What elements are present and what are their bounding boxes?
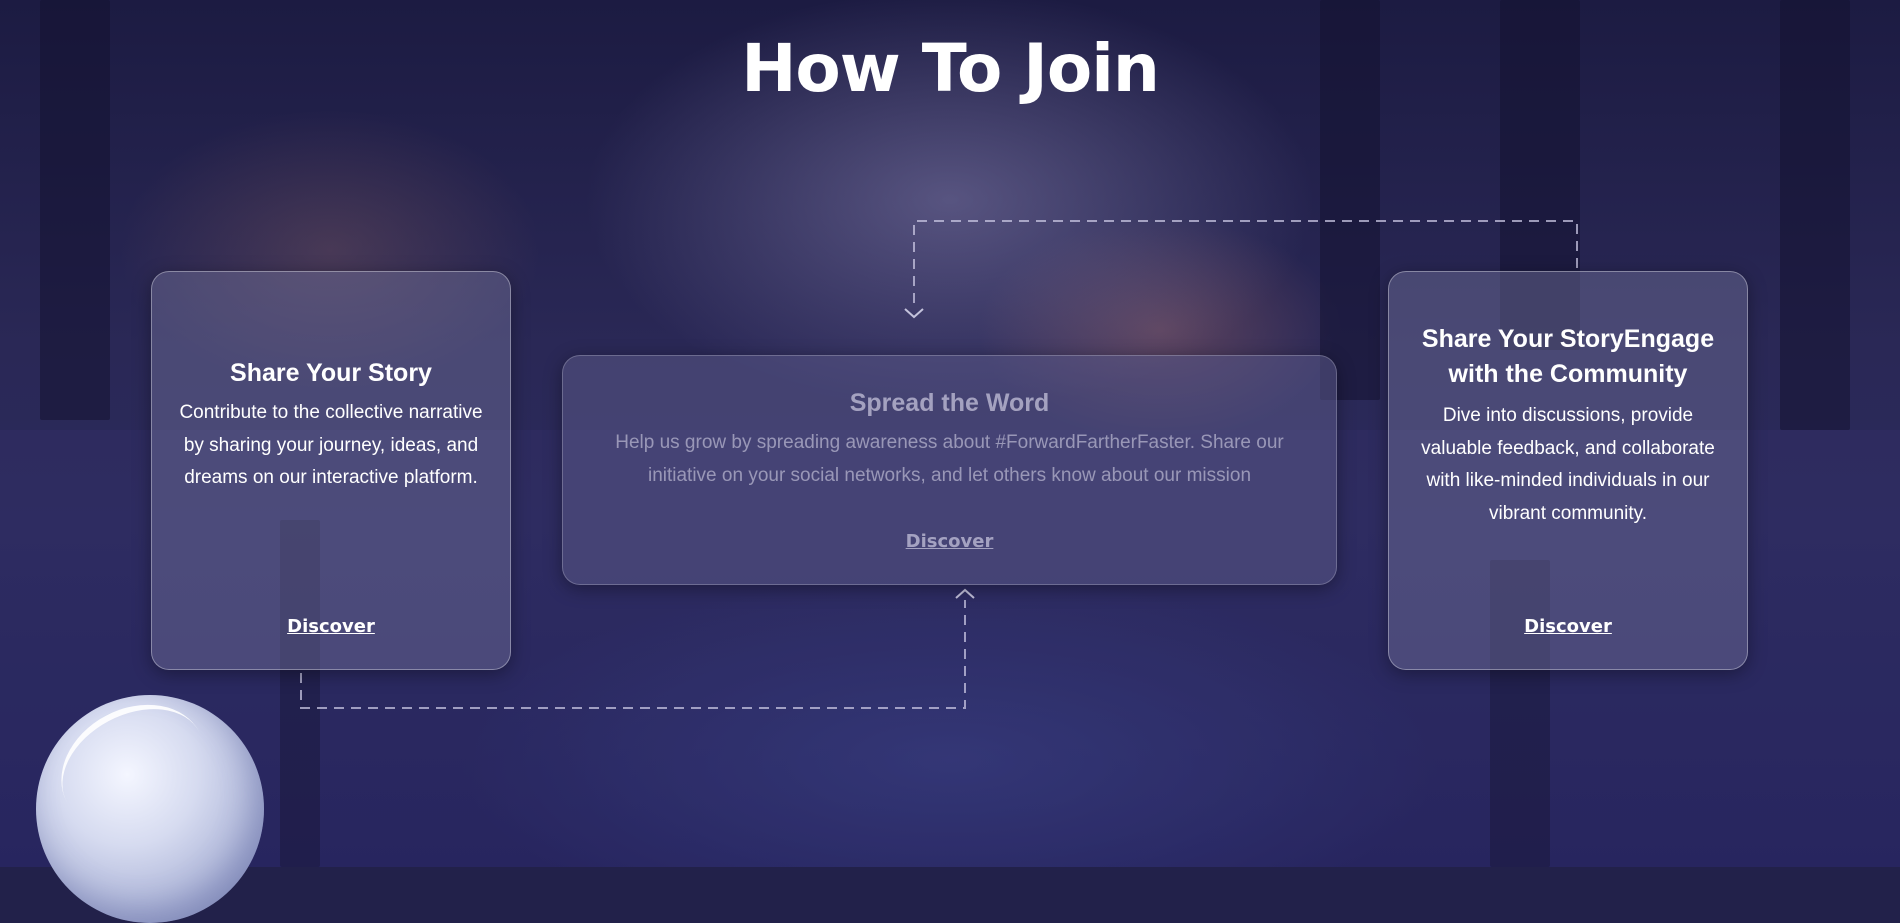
card-body: Help us grow by spreading awareness abou… — [615, 432, 1284, 486]
discover-link[interactable]: Discover — [1389, 616, 1747, 637]
discover-link[interactable]: Discover — [152, 616, 510, 637]
card-body: Contribute to the collective narrative b… — [179, 402, 483, 488]
card-share-your-story: Share Your Story Contribute to the colle… — [151, 271, 511, 670]
card-spread-the-word: Spread the Word Help us grow by spreadin… — [562, 355, 1337, 585]
card-body: Dive into discussions, provide valuable … — [1421, 405, 1715, 524]
discover-link[interactable]: Discover — [563, 531, 1336, 552]
card-title: Spread the Word — [849, 389, 1050, 417]
card-title: Share Your Story — [230, 359, 432, 387]
card-title: Share Your StoryEngage with the Communit… — [1421, 325, 1715, 388]
decorative-orb — [36, 695, 264, 923]
card-engage-community: Share Your StoryEngage with the Communit… — [1388, 271, 1748, 670]
page-title: How To Join — [741, 30, 1160, 107]
